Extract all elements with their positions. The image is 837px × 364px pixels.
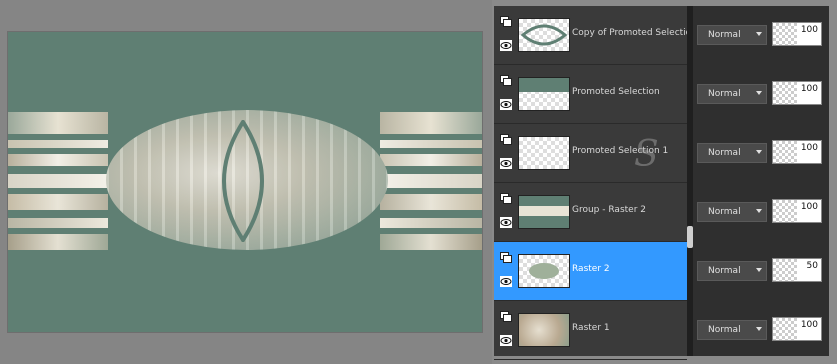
layer-name[interactable]: Raster 1 — [572, 323, 610, 333]
layer-type-icon[interactable] — [500, 252, 512, 263]
canvas-area — [0, 0, 492, 364]
blend-mode-dropdown[interactable]: Normal — [697, 320, 767, 340]
blend-mode-value: Normal — [708, 325, 741, 335]
left-stripe-band — [8, 218, 108, 228]
eye-icon[interactable] — [500, 99, 512, 110]
layer-type-icon[interactable] — [500, 134, 512, 145]
layer-thumbnail — [518, 195, 570, 229]
right-stripe-band — [380, 194, 482, 210]
opacity-swatch — [773, 23, 797, 45]
layer-row[interactable]: Copy of Promoted Selection — [494, 6, 697, 65]
opacity-swatch — [773, 141, 797, 163]
eye-icon[interactable] — [500, 40, 512, 51]
blend-mode-value: Normal — [708, 148, 741, 158]
layer-controls: Normal 100 — [693, 301, 829, 359]
opacity-field[interactable]: 50 — [772, 258, 822, 282]
blend-mode-dropdown[interactable]: Normal — [697, 261, 767, 281]
chevron-down-icon — [756, 91, 762, 95]
chevron-down-icon — [756, 209, 762, 213]
chevron-down-icon — [756, 150, 762, 154]
left-stripe-band — [8, 140, 108, 148]
layer-thumbnail — [518, 77, 570, 111]
left-stripe-band — [8, 154, 108, 166]
layers-panel: Copy of Promoted Selection Promoted Sele… — [494, 6, 829, 360]
opacity-field[interactable]: 100 — [772, 199, 822, 223]
layer-thumbnail — [518, 136, 570, 170]
layer-controls: Normal 100 — [693, 65, 829, 123]
opacity-field[interactable]: 100 — [772, 81, 822, 105]
eye-icon[interactable] — [500, 276, 512, 287]
watermark-logo: S — [634, 134, 659, 175]
layer-row[interactable]: Group - Raster 2 — [494, 183, 687, 242]
right-stripe-band — [380, 234, 482, 250]
opacity-value: 100 — [800, 143, 818, 153]
left-stripe-band — [8, 112, 108, 134]
layer-name[interactable]: Group - Raster 2 — [572, 205, 646, 215]
opacity-field[interactable]: 100 — [772, 140, 822, 164]
eye-icon[interactable] — [500, 217, 512, 228]
chevron-down-icon — [756, 327, 762, 331]
blend-mode-value: Normal — [708, 266, 741, 276]
eye-icon[interactable] — [500, 158, 512, 169]
layer-controls: Normal 100 — [693, 124, 829, 182]
opacity-field[interactable]: 100 — [772, 317, 822, 341]
chevron-down-icon — [756, 268, 762, 272]
right-stripe-band — [380, 218, 482, 228]
layer-name[interactable]: Promoted Selection — [572, 87, 660, 97]
layer-properties: Normal 100 Normal 100 Normal 100 Normal … — [693, 6, 829, 356]
layer-thumbnail — [518, 313, 570, 347]
layer-thumbnail — [518, 18, 570, 52]
blend-mode-dropdown[interactable]: Normal — [697, 84, 767, 104]
layer-type-icon[interactable] — [500, 16, 512, 27]
layer-row[interactable]: Raster 1 — [494, 301, 687, 360]
blend-mode-dropdown[interactable]: Normal — [697, 143, 767, 163]
layers-list: Copy of Promoted Selection Promoted Sele… — [494, 6, 697, 360]
layer-controls: Normal 50 — [693, 242, 829, 300]
blend-mode-dropdown[interactable]: Normal — [697, 25, 767, 45]
opacity-field[interactable]: 100 — [772, 22, 822, 46]
vesica-outline — [222, 120, 264, 242]
left-stripe-band — [8, 194, 108, 210]
left-stripe-band — [8, 174, 108, 188]
right-stripe-band — [380, 174, 482, 188]
blend-mode-value: Normal — [708, 207, 741, 217]
left-stripe-band — [8, 234, 108, 250]
opacity-swatch — [773, 200, 797, 222]
blend-mode-value: Normal — [708, 30, 741, 40]
opacity-swatch — [773, 318, 797, 340]
opacity-value: 100 — [800, 25, 818, 35]
layer-type-icon[interactable] — [500, 311, 512, 322]
opacity-value: 100 — [800, 320, 818, 330]
layer-name[interactable]: Raster 2 — [572, 264, 610, 274]
layer-row[interactable]: Promoted Selection — [494, 65, 687, 124]
right-stripe-band — [380, 112, 482, 134]
blend-mode-value: Normal — [708, 89, 741, 99]
blend-mode-dropdown[interactable]: Normal — [697, 202, 767, 222]
right-stripe-band — [380, 154, 482, 166]
right-stripe-band — [380, 140, 482, 148]
chevron-down-icon — [756, 32, 762, 36]
layer-type-icon[interactable] — [500, 75, 512, 86]
eye-icon[interactable] — [500, 335, 512, 346]
opacity-swatch — [773, 82, 797, 104]
opacity-value: 100 — [800, 84, 818, 94]
opacity-value: 50 — [806, 261, 818, 271]
image-canvas[interactable] — [8, 32, 482, 332]
opacity-swatch — [773, 259, 797, 281]
layer-thumbnail — [518, 254, 570, 288]
layer-controls: Normal 100 — [693, 183, 829, 241]
opacity-value: 100 — [800, 202, 818, 212]
layer-name[interactable]: Copy of Promoted Selection — [572, 28, 697, 38]
layer-row[interactable]: Raster 2 — [494, 242, 687, 301]
layer-controls: Normal 100 — [693, 6, 829, 64]
layer-type-icon[interactable] — [500, 193, 512, 204]
